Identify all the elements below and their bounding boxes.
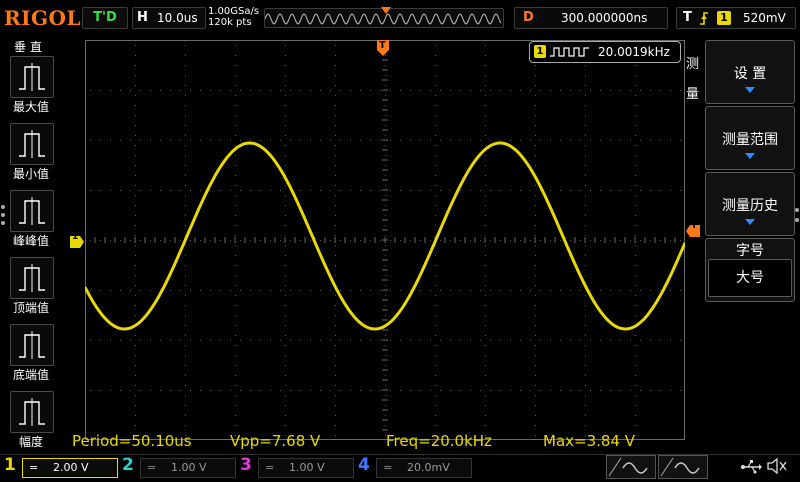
channel-number[interactable]: 4 [358,455,370,475]
trigger-time-marker[interactable]: T [377,40,389,56]
dc-coupling-icon: = [265,461,275,474]
sine-slash-icon [660,457,700,477]
trigger-marker-label: T [379,40,386,51]
measure-softkey-label: 底端值 [12,368,49,382]
rising-edge-icon [700,12,708,25]
dropdown-arrow-icon [745,153,755,159]
channel-scale-box[interactable]: = 2.00 V [22,458,118,478]
reference-waveform-button[interactable] [658,455,708,479]
measure-softkey-5[interactable] [10,324,54,366]
sine-slash-icon [608,457,648,477]
dc-coupling-icon: = [147,461,157,474]
channel-number[interactable]: 2 [122,455,134,475]
measure-softkey-2[interactable] [10,123,54,165]
page-dot [1,205,5,209]
ch1-waveform [85,141,685,331]
base-value-icon [19,331,45,359]
page-dot [1,213,5,217]
measurement-max: Max=3.84 V [543,432,636,450]
measure-softkey-label: 幅度 [18,435,43,449]
waveform-display[interactable] [85,40,685,440]
freq-channel-badge: 1 [534,45,546,58]
channel-number[interactable]: 3 [240,455,252,475]
measure-softkey-label: 峰峰值 [12,234,49,248]
measure-softkey-3[interactable] [10,190,54,232]
channel-scale-value: 1.00 V [171,461,207,474]
right-softkey-label: 设 置 [733,66,767,82]
channel-scale-box[interactable]: = 1.00 V [140,458,236,478]
right-menu-title: 测量 [686,57,700,102]
dc-coupling-icon: = [383,461,393,474]
ch1-marker-label: 1 [72,232,79,242]
horizontal-label: H [137,10,148,25]
measure-softkey-label: 顶端值 [12,301,49,315]
timebase-value: 10.0us [157,11,198,25]
dropdown-arrow-icon [745,87,755,93]
dc-coupling-icon: = [29,461,39,474]
measurement-frequency: Freq=20.0kHz [386,432,492,450]
channel-scale-value: 2.00 V [53,461,89,474]
trigger-level: 520mV [743,11,786,25]
brand-logo: RIGOL [4,6,82,30]
trigger-level-marker-label: T [691,221,698,231]
channel-scale-value: 20.0mV [407,461,450,474]
run-state-indicator[interactable]: T'D [82,7,128,29]
max-measure-icon [19,63,45,91]
sample-rate: 1.00GSa/s [208,6,260,17]
freq-counter-value: 20.0019kHz [598,45,670,59]
timebase-box[interactable]: H 10.0us [132,7,206,29]
speaker-mute-icon[interactable] [766,457,788,479]
font-size-value[interactable]: 大号 [708,259,792,297]
memory-depth: 120k pts [208,17,252,28]
channel-scale-box[interactable]: = 1.00 V [258,458,354,478]
right-softkey-2[interactable]: 测量范围 [705,106,795,170]
channel-number[interactable]: 1 [4,455,16,475]
amplitude-icon [19,398,45,426]
page-dot [795,218,799,222]
ch1-offset-marker[interactable]: 1 [70,232,84,248]
measure-softkey-6[interactable] [10,391,54,433]
peak-to-peak-icon [19,197,45,225]
measure-softkey-1[interactable] [10,56,54,98]
trigger-level-marker[interactable]: T [686,221,700,237]
delay-box[interactable]: D 300.000000ns [514,7,668,29]
delay-label: D [523,10,534,25]
delay-value: 300.000000ns [561,11,648,25]
trigger-source-badge: 1 [717,11,731,25]
measure-softkey-4[interactable] [10,257,54,299]
top-value-icon [19,264,45,292]
channel-scale-value: 1.00 V [289,461,325,474]
top-status-bar: RIGOL T'D H 10.0us 1.00GSa/s 120k pts D … [0,0,800,36]
measurement-vpp: Vpp=7.68 V [230,432,321,450]
usb-icon [740,459,762,478]
page-dot [795,208,799,212]
font-size-title: 字号 [736,243,764,259]
font-size-group[interactable]: 字号 大号 [705,238,795,302]
measure-softkey-label: 最小值 [12,167,49,181]
math-waveform-button[interactable] [606,455,656,479]
page-dot [1,221,5,225]
measure-softkey-label: 最大值 [12,100,49,114]
memory-overview[interactable] [264,7,504,28]
right-softkey-label: 测量历史 [722,198,778,214]
dropdown-arrow-icon [745,219,755,225]
trigger-box[interactable]: T 1 520mV [676,7,796,29]
left-menu-title: 垂直 [14,40,47,54]
channel-scale-box[interactable]: = 20.0mV [376,458,472,478]
trigger-label: T [683,10,692,25]
right-softkey-label: 测量范围 [722,132,778,148]
measurement-period: Period=50.10us [72,432,192,450]
min-measure-icon [19,130,45,158]
right-softkey-3[interactable]: 测量历史 [705,172,795,236]
right-softkey-1[interactable]: 设 置 [705,40,795,104]
square-pulse-icon [550,47,589,57]
frequency-counter[interactable]: 1 20.0019kHz [529,41,681,63]
trigger-position-marker-icon [381,7,391,14]
